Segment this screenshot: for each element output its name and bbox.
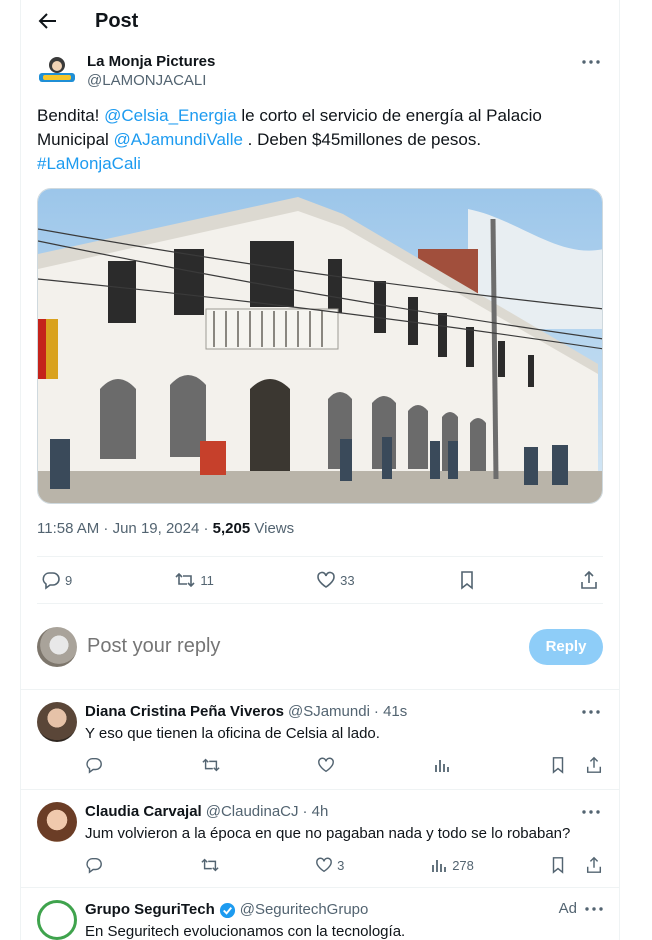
tweet-photo[interactable]: [37, 188, 603, 504]
tweet-author: La Monja Pictures @LAMONJACALI: [37, 50, 603, 92]
tweet-text-part: . Deben $45millones de pesos.: [242, 130, 482, 149]
repost-count: 11: [200, 572, 214, 588]
views-icon[interactable]: 278: [430, 856, 474, 874]
more-options-icon[interactable]: [579, 802, 603, 822]
author-name[interactable]: La Monja Pictures: [87, 52, 215, 71]
views-count: 5,205: [212, 520, 251, 537]
heart-icon[interactable]: 3: [315, 856, 355, 874]
more-options-icon[interactable]: [579, 702, 603, 722]
reply-author-name[interactable]: Claudia Carvajal: [85, 802, 202, 822]
reply-actions: [85, 756, 603, 774]
ad-controls: Ad: [559, 900, 603, 917]
more-options-icon[interactable]: [579, 52, 603, 72]
avatar[interactable]: [37, 802, 77, 842]
top-bar: Post: [21, 0, 619, 42]
views-label: Views: [250, 520, 295, 537]
share-icon[interactable]: [585, 756, 603, 774]
reply-item[interactable]: Diana Cristina Peña Viveros @SJamundi · …: [21, 690, 619, 790]
bookmark-action[interactable]: [457, 570, 477, 590]
more-options-icon[interactable]: [585, 906, 603, 911]
post-time[interactable]: 11:58 AM · Jun 19, 2024 ·: [37, 520, 213, 537]
repost-action[interactable]: 11: [174, 570, 214, 590]
avatar[interactable]: [37, 702, 77, 742]
reply-icon: [42, 572, 60, 590]
reply-composer: Reply: [21, 604, 619, 690]
post-actions: 9 11 33: [37, 556, 603, 604]
ad-label: Ad: [558, 900, 577, 917]
author-avatar[interactable]: [37, 51, 77, 91]
like-action[interactable]: 33: [316, 570, 355, 590]
hashtag-link[interactable]: #LaMonjaCali: [37, 154, 141, 173]
bookmark-icon: [460, 571, 473, 590]
share-icon: [581, 570, 597, 589]
reply-author-handle[interactable]: @ClaudinaCJ: [206, 802, 299, 822]
reply-item[interactable]: Claudia Carvajal @ClaudinaCJ · 4h Jum vo…: [21, 790, 619, 888]
post-column: Post La Monja Pictures @LAMONJACALI Bend…: [20, 0, 620, 940]
reply-time[interactable]: · 4h: [303, 802, 329, 822]
views-count: 278: [452, 857, 474, 873]
reply-icon[interactable]: [85, 756, 125, 774]
post-timestamp: 11:58 AM · Jun 19, 2024 · 5,205 Views: [37, 520, 294, 537]
reply-icon[interactable]: [85, 856, 125, 874]
author-handle[interactable]: @LAMONJACALI: [87, 71, 215, 90]
like-count: 33: [340, 572, 355, 588]
like-count: 3: [337, 857, 345, 873]
tweet-text-part: Bendita!: [37, 106, 105, 125]
reply-text: Y eso que tienen la oficina de Celsia al…: [85, 725, 380, 742]
repost-icon: [175, 572, 195, 588]
mention-link[interactable]: @AJamundiValle: [114, 130, 243, 149]
reply-author-handle[interactable]: @SJamundi: [288, 702, 370, 722]
mention-link[interactable]: @Celsia_Energia: [104, 106, 237, 125]
reply-input[interactable]: [87, 635, 529, 658]
repost-icon[interactable]: [200, 856, 240, 874]
reply-actions: 3 278: [85, 856, 603, 874]
my-avatar[interactable]: [37, 626, 77, 667]
back-arrow-icon[interactable]: [37, 10, 59, 32]
reply-author-name[interactable]: Diana Cristina Peña Viveros: [85, 702, 284, 722]
repost-icon[interactable]: [201, 756, 241, 774]
page-title: Post: [95, 9, 139, 32]
heart-icon[interactable]: [317, 756, 357, 774]
reply-author-name[interactable]: Grupo SeguriTech: [85, 900, 215, 920]
reply-button[interactable]: Reply: [529, 628, 603, 665]
tweet-text: Bendita! @Celsia_Energia le corto el ser…: [37, 104, 599, 176]
reply-text: En Seguritech evolucionamos con la tecno…: [85, 923, 406, 940]
bookmark-icon[interactable]: [549, 756, 567, 774]
reply-count: 9: [65, 572, 73, 588]
heart-icon: [317, 571, 335, 588]
share-icon[interactable]: [585, 856, 603, 874]
reply-time[interactable]: · 41s: [374, 702, 407, 722]
avatar[interactable]: [37, 900, 77, 940]
verified-badge-icon: [219, 902, 236, 919]
bookmark-icon[interactable]: [549, 856, 567, 874]
reply-author-handle[interactable]: @SeguritechGrupo: [240, 900, 369, 920]
views-icon[interactable]: [433, 756, 473, 774]
ad-item[interactable]: Grupo SeguriTech @SeguritechGrupo En Seg…: [21, 888, 619, 940]
reply-action[interactable]: 9: [41, 570, 72, 590]
share-action[interactable]: [579, 570, 599, 590]
reply-text: Jum volvieron a la época en que no pagab…: [85, 825, 571, 842]
